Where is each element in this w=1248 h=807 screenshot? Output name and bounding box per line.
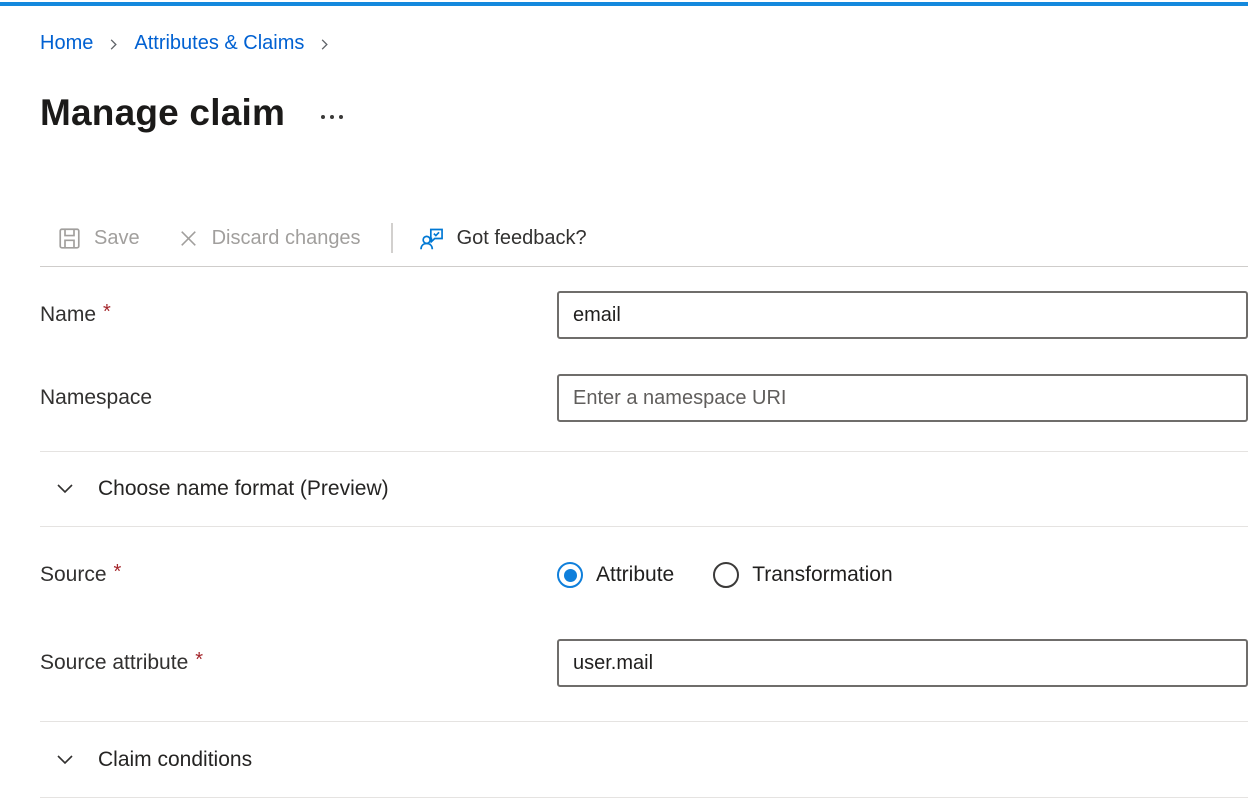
source-attribute-input[interactable] [557,639,1248,687]
chevron-right-icon [317,37,332,52]
manage-claim-blade: Home Attributes & Claims Manage claim [0,30,1248,798]
name-input[interactable] [557,291,1248,339]
chevron-down-icon [55,479,75,499]
title-context-menu-button[interactable] [317,109,347,125]
required-asterisk: * [114,561,122,583]
source-field-row: Source * Attribute Transformation [40,547,1248,603]
namespace-label-text: Namespace [40,386,152,409]
page-title: Manage claim [40,90,285,136]
radio-attribute-label: Attribute [596,563,674,587]
ellipsis-icon [339,115,343,119]
save-icon [56,225,83,252]
save-button-label: Save [94,227,140,250]
source-field-label: Source * [40,563,557,587]
command-bar: Save Discard changes Got feedback? [40,216,1248,260]
top-accent-bar [0,2,1248,6]
section-label: Claim conditions [98,748,252,772]
section-label: Choose name format (Preview) [98,477,389,501]
radio-transformation[interactable]: Transformation [713,562,892,588]
section-divider [40,526,1248,527]
section-divider [40,797,1248,798]
name-label-text: Name [40,303,96,326]
source-attribute-field-row: Source attribute * [40,639,1248,687]
namespace-input[interactable] [557,374,1248,422]
namespace-field-row: Namespace [40,374,1248,422]
required-asterisk: * [103,301,111,323]
radio-attribute[interactable]: Attribute [557,562,674,588]
got-feedback-label: Got feedback? [457,227,587,250]
radio-selected-icon [557,562,583,588]
toolbar-divider [40,266,1248,267]
name-field-row: Name * [40,291,1248,339]
got-feedback-button[interactable]: Got feedback? [419,225,587,252]
source-radio-group: Attribute Transformation [557,562,893,588]
breadcrumb-link-attributes-claims[interactable]: Attributes & Claims [134,30,304,56]
breadcrumb: Home Attributes & Claims [40,30,1248,56]
chevron-down-icon [55,750,75,770]
source-label-text: Source [40,563,107,586]
source-attribute-field-label: Source attribute * [40,651,557,675]
save-button[interactable]: Save [56,225,140,252]
discard-changes-label: Discard changes [212,227,361,250]
ellipsis-icon [321,115,325,119]
namespace-field-label: Namespace [40,386,557,410]
chevron-right-icon [106,37,121,52]
section-choose-name-format[interactable]: Choose name format (Preview) [40,452,1248,526]
radio-unselected-icon [713,562,739,588]
toolbar-separator [391,223,393,253]
radio-transformation-label: Transformation [752,563,892,587]
ellipsis-icon [330,115,334,119]
feedback-icon [419,225,446,252]
section-claim-conditions[interactable]: Claim conditions [40,722,1248,797]
name-field-label: Name * [40,303,557,327]
dismiss-icon [176,226,201,251]
breadcrumb-link-home[interactable]: Home [40,30,93,56]
required-asterisk: * [195,649,203,671]
source-attribute-label-text: Source attribute [40,651,188,674]
discard-changes-button[interactable]: Discard changes [176,226,361,251]
